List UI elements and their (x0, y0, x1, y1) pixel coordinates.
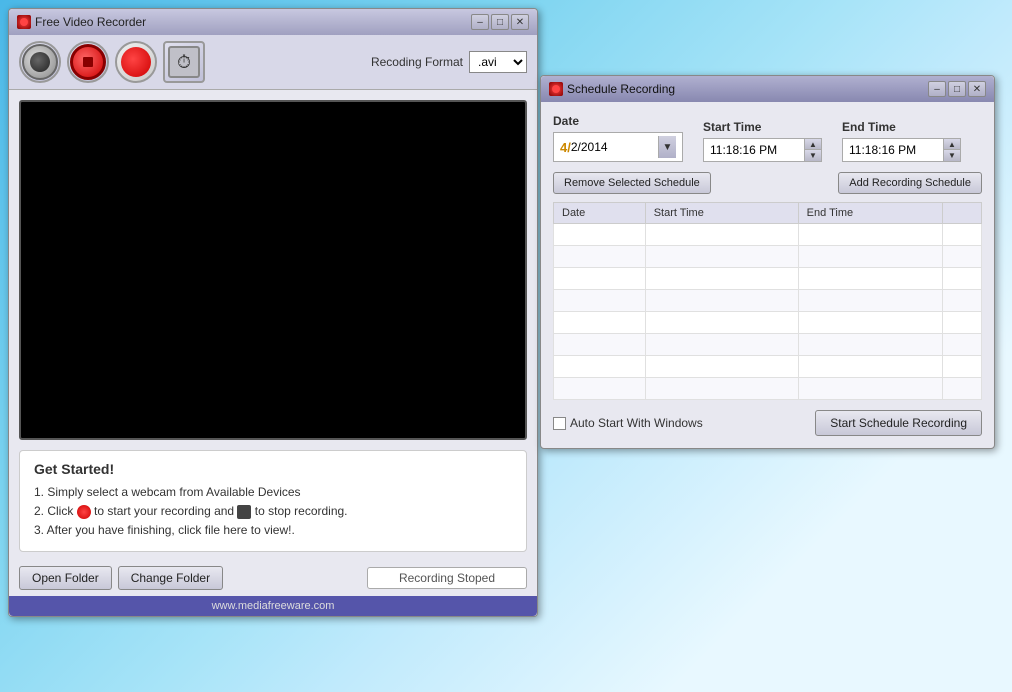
stop-icon (70, 44, 106, 80)
schedule-bottom-row: Auto Start With Windows Start Schedule R… (553, 410, 982, 436)
end-time-input[interactable]: 11:18:16 PM ▲ ▼ (842, 138, 961, 162)
start-schedule-button[interactable]: Start Schedule Recording (815, 410, 982, 436)
webcam-button[interactable] (19, 41, 61, 83)
schedule-restore-button[interactable]: □ (948, 81, 966, 97)
change-folder-button[interactable]: Change Folder (118, 566, 223, 590)
auto-start-text: Auto Start With Windows (570, 416, 703, 430)
webcam-lens (30, 52, 50, 72)
title-controls: – □ ✕ (471, 14, 529, 30)
restore-button[interactable]: □ (491, 14, 509, 30)
schedule-app-icon (549, 82, 563, 96)
start-time-field-group: Start Time 11:18:16 PM ▲ ▼ (703, 120, 822, 162)
date-field-group: Date 4/ 2/2014 ▼ (553, 114, 683, 162)
title-bar-left: Free Video Recorder (17, 15, 146, 29)
webcam-icon (22, 44, 58, 80)
close-button[interactable]: ✕ (511, 14, 529, 30)
auto-start-label[interactable]: Auto Start With Windows (553, 416, 703, 430)
date-time-row: Date 4/ 2/2014 ▼ Start Time 11:18:16 PM … (553, 114, 982, 162)
schedule-minimize-button[interactable]: – (928, 81, 946, 97)
action-row: Remove Selected Schedule Add Recording S… (553, 172, 982, 194)
footer-url: www.mediafreeware.com (212, 600, 335, 612)
start-time-value: 11:18:16 PM (704, 140, 804, 160)
col-extra (943, 203, 982, 224)
record-button[interactable] (115, 41, 157, 83)
schedule-title-controls: – □ ✕ (928, 81, 986, 97)
schedule-window: Schedule Recording – □ ✕ Date 4/ 2/2014 … (540, 75, 995, 449)
schedule-close-button[interactable]: ✕ (968, 81, 986, 97)
step2-prefix: 2. Click (34, 504, 73, 518)
schedule-body: Date 4/ 2/2014 ▼ Start Time 11:18:16 PM … (541, 102, 994, 448)
recording-status: Recording Stoped (367, 567, 527, 589)
start-time-up-button[interactable]: ▲ (805, 139, 821, 150)
step1-text: 1. Simply select a webcam from Available… (34, 483, 512, 502)
schedule-button[interactable]: ⏱ (163, 41, 205, 83)
date-dropdown-arrow[interactable]: ▼ (658, 136, 676, 158)
recorder-title-bar: Free Video Recorder – □ ✕ (9, 9, 537, 35)
bottom-bar: Open Folder Change Folder Recording Stop… (9, 560, 537, 596)
col-end-time: End Time (798, 203, 943, 224)
schedule-table: Date Start Time End Time (553, 202, 982, 400)
date-label: Date (553, 114, 683, 128)
recorder-window: Free Video Recorder – □ ✕ ⏱ Recoding For… (8, 8, 538, 617)
date-value: 2/2014 (571, 140, 608, 154)
record-inline-icon (77, 505, 91, 519)
video-preview (19, 100, 527, 440)
format-label: Recoding Format (371, 55, 463, 69)
table-row (554, 378, 982, 400)
add-schedule-button[interactable]: Add Recording Schedule (838, 172, 982, 194)
table-row (554, 356, 982, 378)
start-time-down-button[interactable]: ▼ (805, 150, 821, 161)
start-time-input[interactable]: 11:18:16 PM ▲ ▼ (703, 138, 822, 162)
recorder-title: Free Video Recorder (35, 15, 146, 29)
table-row (554, 334, 982, 356)
app-icon (17, 15, 31, 29)
schedule-icon: ⏱ (168, 46, 200, 78)
date-input[interactable]: 4/ 2/2014 ▼ (553, 132, 683, 162)
date-month: 4/ (560, 140, 571, 155)
table-row (554, 312, 982, 334)
step2-suffix: to stop recording. (255, 504, 348, 518)
remove-schedule-button[interactable]: Remove Selected Schedule (553, 172, 711, 194)
open-folder-button[interactable]: Open Folder (19, 566, 112, 590)
schedule-title: Schedule Recording (567, 82, 675, 96)
step2-mid: to start your recording and (94, 504, 237, 518)
end-time-up-button[interactable]: ▲ (944, 139, 960, 150)
start-time-spinners: ▲ ▼ (804, 139, 821, 161)
end-time-field-group: End Time 11:18:16 PM ▲ ▼ (842, 120, 961, 162)
step2-text: 2. Click to start your recording and to … (34, 502, 512, 521)
stop-button[interactable] (67, 41, 109, 83)
format-select[interactable]: .avi .mp4 .wmv (469, 51, 527, 73)
table-row (554, 246, 982, 268)
record-icon (121, 47, 151, 77)
table-row (554, 224, 982, 246)
col-start-time: Start Time (645, 203, 798, 224)
end-time-value: 11:18:16 PM (843, 140, 943, 160)
footer-bar: www.mediafreeware.com (9, 596, 537, 616)
toolbar: ⏱ Recoding Format .avi .mp4 .wmv (9, 35, 537, 90)
stop-inner-square (83, 57, 93, 67)
end-time-down-button[interactable]: ▼ (944, 150, 960, 161)
schedule-title-left: Schedule Recording (549, 82, 675, 96)
stop-inline-icon (237, 505, 251, 519)
minimize-button[interactable]: – (471, 14, 489, 30)
end-time-spinners: ▲ ▼ (943, 139, 960, 161)
schedule-title-bar: Schedule Recording – □ ✕ (541, 76, 994, 102)
auto-start-checkbox[interactable] (553, 417, 566, 430)
get-started-panel: Get Started! 1. Simply select a webcam f… (19, 450, 527, 552)
table-row (554, 268, 982, 290)
col-date: Date (554, 203, 646, 224)
get-started-heading: Get Started! (34, 461, 512, 477)
start-time-label: Start Time (703, 120, 822, 134)
end-time-label: End Time (842, 120, 961, 134)
step3-text: 3. After you have finishing, click file … (34, 521, 512, 540)
table-row (554, 290, 982, 312)
